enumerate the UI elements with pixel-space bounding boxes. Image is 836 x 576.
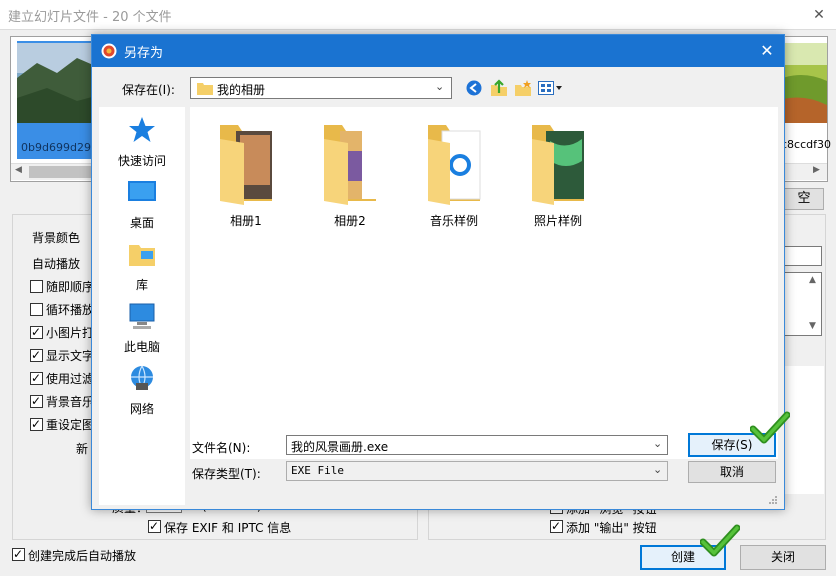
dialog-close-button[interactable]: ✕ xyxy=(754,39,780,63)
option-label: 背景颜色 xyxy=(32,231,81,245)
new-folder-icon[interactable] xyxy=(514,79,532,97)
option-label: 随即顺序 xyxy=(46,280,95,294)
option-label: 显示文字 xyxy=(46,349,95,363)
option-label: 背景音乐 xyxy=(46,395,95,409)
folder-label: 音乐样例 xyxy=(429,214,478,228)
list-scroll-down-icon[interactable]: ▼ xyxy=(809,321,816,331)
thumbnail-caption-right: c8ccdf30 xyxy=(781,138,831,151)
folder-music-icon xyxy=(428,125,481,205)
computer-icon xyxy=(129,303,155,329)
place-label: 网络 xyxy=(129,402,154,416)
file-list[interactable]: 相册1 相册2 音乐样例 照片样例 xyxy=(190,107,778,459)
use-filter-checkbox[interactable] xyxy=(30,370,43,386)
add-output-label: 添加 "输出" 按钮 xyxy=(566,521,657,535)
show-text-checkbox[interactable] xyxy=(30,347,43,363)
place-label: 桌面 xyxy=(129,216,154,230)
folder-photos-icon xyxy=(324,125,376,205)
main-window-titlebar: 建立幻灯片文件 - 20 个文件 ✕ xyxy=(0,0,836,30)
right-text-field[interactable] xyxy=(784,246,822,266)
option-label: 小图片打 xyxy=(46,326,95,340)
partial-label: 新 xyxy=(76,442,89,456)
option-label: 自动播放 xyxy=(32,257,81,271)
folder-item[interactable]: 照片样例 xyxy=(512,121,604,229)
save-as-dialog: 另存为 ✕ 保存在(I): 我的相册 ⌄ 快速访问 桌面 库 此电脑 网络 相册… xyxy=(91,34,790,510)
places-bar: 快速访问 桌面 库 此电脑 网络 xyxy=(99,107,185,505)
folder-label: 相册2 xyxy=(334,214,366,228)
scrollbar-thumb[interactable] xyxy=(29,166,99,178)
scroll-left-icon[interactable]: ◀ xyxy=(15,165,22,175)
place-network[interactable]: 网络 xyxy=(99,363,185,417)
folder-item[interactable]: 相册2 xyxy=(304,121,396,229)
folder-label: 相册1 xyxy=(230,214,262,228)
filetype-select[interactable]: EXE File ⌄ xyxy=(286,461,668,481)
folder-label: 照片样例 xyxy=(533,214,582,228)
star-icon xyxy=(129,117,155,142)
folder-photos-icon xyxy=(220,125,272,205)
autoplay-checkbox[interactable] xyxy=(12,546,25,562)
option-label: 使用过滤 xyxy=(46,372,95,386)
filename-value: 我的风景画册.exe xyxy=(291,440,389,454)
main-window-title: 建立幻灯片文件 - 20 个文件 xyxy=(8,10,172,25)
app-icon xyxy=(101,43,117,59)
up-folder-icon[interactable] xyxy=(490,79,508,97)
autoplay-label: 创建完成后自动播放 xyxy=(28,549,137,563)
clear-button[interactable]: 空 xyxy=(784,188,824,210)
checkmark-icon xyxy=(700,524,740,557)
loop-play-checkbox[interactable] xyxy=(30,303,43,316)
desktop-icon xyxy=(128,181,156,201)
scroll-right-icon[interactable]: ▶ xyxy=(813,165,820,175)
close-button[interactable]: 关闭 xyxy=(740,545,826,570)
exif-checkbox[interactable] xyxy=(148,518,161,534)
cancel-button[interactable]: 取消 xyxy=(688,461,776,483)
folder-item[interactable]: 相册1 xyxy=(200,121,292,229)
main-window-close-button[interactable]: ✕ xyxy=(806,3,832,27)
save-in-value: 我的相册 xyxy=(217,83,266,97)
filename-label: 文件名(N): xyxy=(192,441,251,455)
folder-photos-icon xyxy=(532,125,584,205)
folder-icon xyxy=(197,83,213,95)
chevron-down-icon[interactable]: ⌄ xyxy=(435,80,444,93)
place-this-pc[interactable]: 此电脑 xyxy=(99,301,185,355)
option-label: 循环播放 xyxy=(46,303,95,317)
list-scroll-up-icon[interactable]: ▲ xyxy=(809,275,816,285)
checkmark-icon xyxy=(750,411,790,444)
add-output-checkbox[interactable] xyxy=(550,518,563,534)
resize-grip-icon[interactable] xyxy=(768,495,778,505)
place-label: 库 xyxy=(135,278,148,292)
chevron-down-icon[interactable]: ⌄ xyxy=(653,437,662,450)
option-label: 重设定图 xyxy=(46,418,95,432)
right-preview-area xyxy=(784,366,824,494)
dialog-title: 另存为 xyxy=(124,46,164,61)
right-list-box[interactable]: ▲ ▼ xyxy=(784,272,822,336)
place-library[interactable]: 库 xyxy=(99,239,185,293)
chevron-down-icon[interactable]: ⌄ xyxy=(653,463,662,476)
place-label: 此电脑 xyxy=(123,340,160,354)
random-order-checkbox[interactable] xyxy=(30,280,43,293)
dialog-titlebar: 另存为 ✕ xyxy=(92,35,784,67)
filetype-value: EXE File xyxy=(291,464,344,477)
folder-item[interactable]: 音乐样例 xyxy=(408,121,500,229)
network-icon xyxy=(131,365,153,390)
thumbnail-caption: 0b9d699d29 xyxy=(21,141,91,154)
save-in-combobox[interactable]: 我的相册 ⌄ xyxy=(190,77,452,99)
small-image-checkbox[interactable] xyxy=(30,324,43,340)
view-menu-icon[interactable] xyxy=(538,81,564,95)
place-desktop[interactable]: 桌面 xyxy=(99,177,185,231)
background-music-checkbox[interactable] xyxy=(30,393,43,409)
place-quick-access[interactable]: 快速访问 xyxy=(99,115,185,169)
library-icon xyxy=(129,245,155,266)
place-label: 快速访问 xyxy=(117,154,166,168)
filename-input[interactable]: 我的风景画册.exe ⌄ xyxy=(286,435,668,455)
back-icon[interactable] xyxy=(466,80,482,96)
filetype-label: 保存类型(T): xyxy=(192,467,261,481)
exif-label: 保存 EXIF 和 IPTC 信息 xyxy=(164,521,292,535)
save-in-label: 保存在(I): xyxy=(122,83,175,97)
resize-image-checkbox[interactable] xyxy=(30,416,43,432)
